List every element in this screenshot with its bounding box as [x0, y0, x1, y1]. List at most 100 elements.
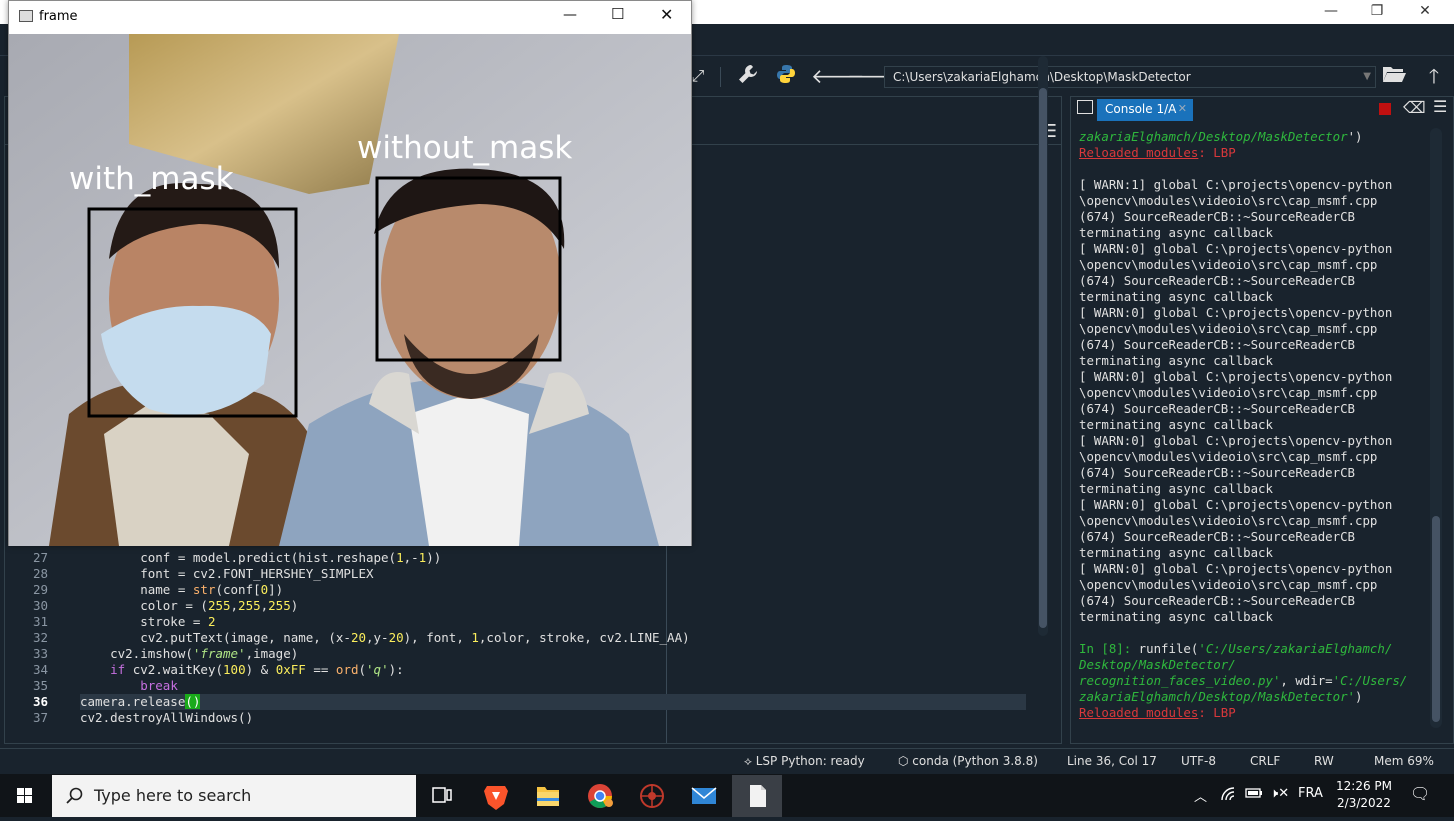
console-warning-line: terminating async callback — [1079, 545, 1273, 560]
console-tab[interactable]: Console 1/A ✕ — [1097, 99, 1193, 121]
cursor-position: Line 36, Col 17 — [1067, 754, 1157, 768]
task-view-button[interactable] — [418, 776, 466, 816]
label-with-mask: with_mask — [69, 161, 234, 197]
hamburger-menu-icon[interactable]: ☰ — [1433, 97, 1447, 116]
console-tab-label: Console 1/A — [1105, 102, 1177, 116]
code-number: 20 — [350, 630, 366, 645]
close-button[interactable]: ✕ — [1402, 0, 1448, 24]
console-scrollbar-thumb[interactable] — [1432, 516, 1440, 722]
webcam-scene: with_mask without_mask — [9, 34, 691, 546]
console-string: 'C:/Users/zakariaElghamch/ — [1198, 641, 1393, 656]
code-number: 1 — [471, 630, 479, 645]
reloaded-modules-value: : LBP — [1198, 145, 1236, 160]
code-number: 255 — [238, 598, 261, 613]
window-icon — [19, 10, 33, 22]
minimize-button[interactable]: — — [563, 7, 577, 23]
console-tabbar: Console 1/A ✕ ⌫ ☰ — [1071, 97, 1453, 121]
wifi-icon[interactable] — [1220, 786, 1238, 806]
code-text: ): — [388, 662, 404, 677]
notepad-active-icon[interactable] — [732, 775, 782, 817]
label-without-mask: without_mask — [357, 130, 572, 166]
volume-muted-icon[interactable]: 🕨✕ — [1270, 786, 1289, 801]
code-line-37: cv2.destroyAllWindows() — [80, 710, 254, 725]
opencv-frame-window[interactable]: frame — ☐ ✕ with_mask without_mask — [8, 0, 692, 546]
code-builtin: ord — [335, 662, 359, 677]
code-text: color = ( — [80, 598, 208, 613]
console-warning-line: \opencv\modules\videoio\src\cap_msmf.cpp — [1079, 193, 1378, 208]
folder-open-icon[interactable] — [1380, 63, 1408, 89]
code-line-29: name = str(conf[0]) — [80, 582, 283, 598]
code-line-31: stroke = 2 — [80, 614, 215, 630]
frame-titlebar[interactable]: frame — ☐ ✕ — [9, 1, 691, 34]
code-line-27: conf = model.predict(hist.reshape(1,-1)) — [80, 550, 441, 566]
maximize-button[interactable]: ☐ — [611, 5, 624, 23]
line-number: 28 — [32, 566, 48, 581]
console-warning-line: [ WARN:0] global C:\projects\opencv-pyth… — [1079, 433, 1393, 448]
mail-icon[interactable] — [680, 776, 728, 816]
console-path-text: zakariaElghamch/Desktop/MaskDetector — [1079, 129, 1348, 144]
minimize-button[interactable]: — — [1308, 0, 1354, 24]
chevron-down-icon[interactable]: ▼ — [1363, 67, 1371, 87]
chrome-icon[interactable] — [576, 776, 624, 816]
code-text: conf = model.predict(hist.reshape( — [80, 550, 397, 565]
restore-button[interactable]: ❐ — [1354, 0, 1400, 24]
clock[interactable]: 12:26 PM 2/3/2022 — [1334, 778, 1394, 812]
console-warning-line: [ WARN:0] global C:\projects\opencv-pyth… — [1079, 241, 1393, 256]
reloaded-modules-label: Reloaded modules — [1079, 145, 1199, 160]
console-text: ') — [1347, 129, 1363, 144]
brave-browser-icon[interactable] — [472, 776, 520, 816]
console-string: 'C:/Users/ — [1332, 673, 1408, 688]
warning-block: [ WARN:1] global C:\projects\opencv-pyth… — [1079, 177, 1429, 625]
clock-date: 2/3/2022 — [1337, 796, 1391, 810]
notification-center-icon[interactable]: 🗨 — [1410, 784, 1430, 803]
battery-icon[interactable] — [1245, 786, 1263, 804]
console-output[interactable]: zakariaElghamch/Desktop/MaskDetector') R… — [1079, 129, 1429, 739]
code-text: ,- — [403, 550, 419, 565]
browse-tabs-icon[interactable] — [1077, 100, 1093, 114]
file-explorer-icon[interactable] — [524, 776, 572, 816]
stop-icon[interactable] — [1379, 103, 1391, 115]
console-warning-line: (674) SourceReaderCB::~SourceReaderCB — [1079, 529, 1356, 544]
console-warning-line: \opencv\modules\videoio\src\cap_msmf.cpp — [1079, 257, 1378, 272]
code-text: ), font, — [403, 630, 472, 645]
console-warning-line: (674) SourceReaderCB::~SourceReaderCB — [1079, 465, 1356, 480]
spyder-app-icon[interactable] — [628, 776, 676, 816]
webcam-image: with_mask without_mask — [9, 34, 691, 546]
console-warning-line: terminating async callback — [1079, 609, 1273, 624]
windows-taskbar: Type here to search ︿ 🕨✕ FRA 12:26 PM 2/… — [0, 774, 1454, 817]
lsp-status-text: LSP Python: ready — [755, 754, 865, 768]
console-warning-line: terminating async callback — [1079, 481, 1273, 496]
console-warning-line: (674) SourceReaderCB::~SourceReaderCB — [1079, 593, 1356, 608]
parent-dir-arrow-icon[interactable]: 🡑 — [1420, 63, 1448, 89]
line-number: 34 — [32, 662, 48, 677]
code-line-30: color = (255,255,255) — [80, 598, 298, 614]
statusbar: ⟡ LSP Python: ready ⬡ conda (Python 3.8.… — [0, 748, 1454, 774]
code-text: ]) — [268, 582, 284, 597]
matching-parens-highlight: () — [185, 694, 201, 709]
frame-title: frame — [39, 9, 78, 24]
console-warning-line: \opencv\modules\videoio\src\cap_msmf.cpp — [1079, 385, 1378, 400]
conda-env-status[interactable]: ⬡ conda (Python 3.8.8) — [898, 754, 1038, 768]
code-line-35: break — [80, 678, 178, 694]
close-icon[interactable]: ✕ — [1178, 99, 1187, 119]
editor-scrollbar-thumb[interactable] — [1039, 88, 1047, 628]
reloaded-modules-label: Reloaded modules — [1079, 705, 1199, 720]
code-text: cv2.imshow( — [80, 646, 193, 661]
taskbar-search-box[interactable]: Type here to search — [52, 775, 416, 817]
close-button[interactable]: ✕ — [660, 5, 673, 24]
code-string: 'q' — [366, 662, 389, 677]
start-button[interactable] — [0, 774, 50, 817]
code-number: 20 — [388, 630, 404, 645]
right-person-shirt — [409, 394, 529, 546]
code-text: )) — [426, 550, 442, 565]
console-line: Desktop/MaskDetector/ — [1079, 657, 1429, 673]
chevron-up-icon[interactable]: ︿ — [1194, 786, 1207, 805]
console-warning-line: \opencv\modules\videoio\src\cap_msmf.cpp — [1079, 321, 1378, 336]
input-language[interactable]: FRA — [1298, 786, 1323, 801]
code-line-36: camera.release() — [80, 694, 201, 710]
eraser-icon[interactable]: ⌫ — [1403, 98, 1426, 117]
console-string: zakariaElghamch/Desktop/MaskDetector' — [1079, 689, 1356, 704]
